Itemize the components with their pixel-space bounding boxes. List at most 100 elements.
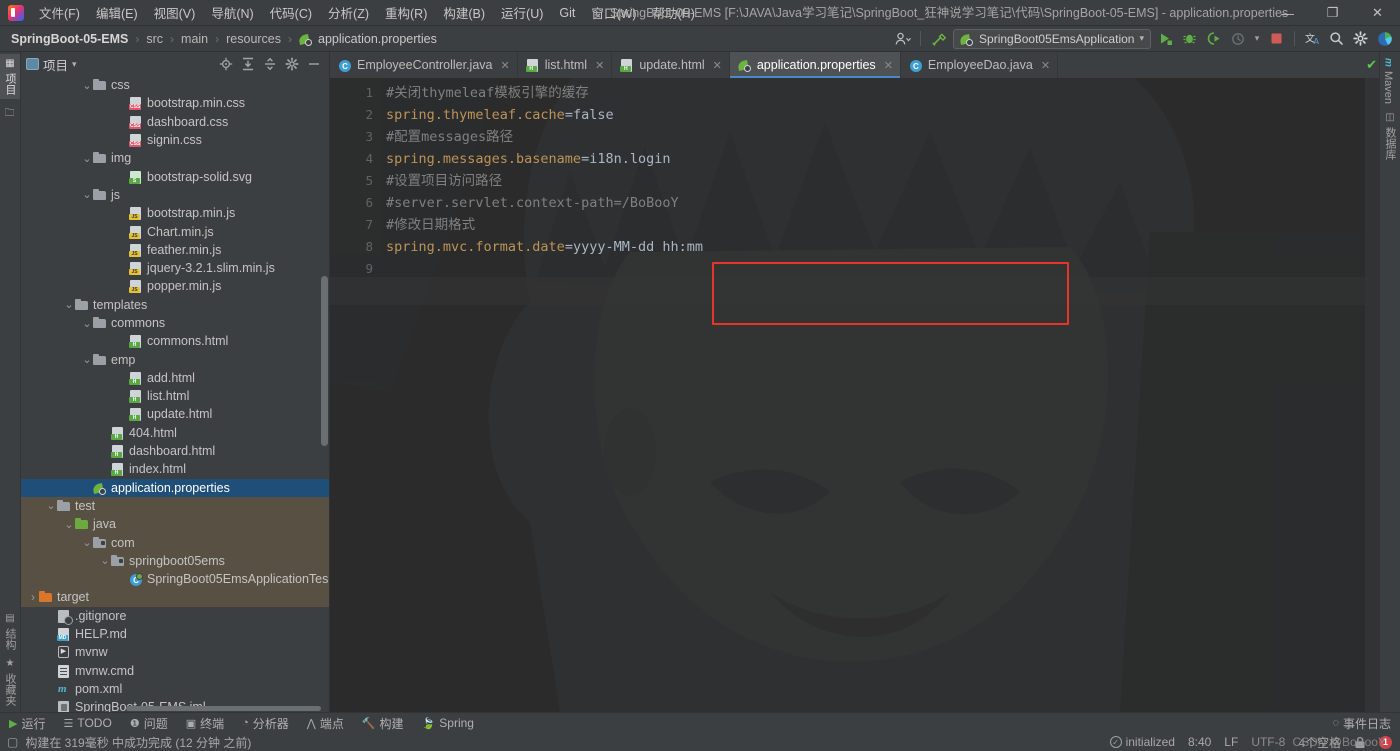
rail-project-button[interactable]: ▦ 项目 [0,54,20,99]
editor-gutter[interactable]: 1 2 3 4 5 6 7 8 9 [330,78,382,712]
menu-file[interactable]: 文件(F) [32,0,87,25]
editor-tab[interactable]: application.properties ✕ [729,52,901,78]
locate-file-icon[interactable] [218,57,233,72]
tree-file-row[interactable]: H 404.html [21,424,329,442]
tree-folder-row[interactable]: ⌄ java [21,515,329,534]
editor-tab[interactable]: C EmployeeDao.java ✕ [901,52,1059,78]
line-separator[interactable]: LF [1224,735,1238,749]
collapse-all-icon[interactable] [262,57,277,72]
breadcrumb-file[interactable]: application.properties [315,31,440,47]
tree-file-row[interactable]: Sbootstrap-solid.svg [21,167,329,185]
debug-icon[interactable] [1180,29,1199,48]
run-icon[interactable] [1156,29,1175,48]
editor-tab[interactable]: Hlist.html ✕ [518,52,613,78]
tree-file-row[interactable]: C SpringBoot05EmsApplicationTes [21,570,329,589]
expand-all-icon[interactable] [240,57,255,72]
hide-panel-icon[interactable] [306,57,321,72]
tree-file-row[interactable]: Hcommons.html [21,332,329,350]
tree-folder-row[interactable]: ⌄ com [21,533,329,552]
rail-structure-button[interactable]: ▤ 结构 [0,609,20,654]
tree-file-row[interactable]: Hupdate.html [21,405,329,423]
close-tab-icon[interactable]: ✕ [884,59,893,72]
toolwindow-button-spring[interactable]: 🍃 Spring [413,713,483,734]
menu-code[interactable]: 代码(C) [263,0,319,25]
code-line[interactable]: #修改日期格式 [382,214,1379,236]
tree-folder-row[interactable]: ⌄ commons [21,314,329,332]
menu-window[interactable]: 窗口(W) [584,0,643,25]
build-hammer-icon[interactable] [929,29,948,48]
close-tab-icon[interactable]: ✕ [1041,59,1050,72]
tree-file-row[interactable]: CSS bootstrap.min.css [21,94,329,112]
tree-folder-row[interactable]: ⌄ test [21,496,329,516]
menu-help[interactable]: 帮助(H) [646,0,702,25]
tree-file-row[interactable]: application.properties [21,478,329,497]
editor-marker-bar[interactable] [1365,78,1379,712]
tree-file-row[interactable]: mvnw.cmd [21,662,329,680]
maximize-button[interactable]: ❐ [1310,0,1355,26]
tree-file-row[interactable]: JS feather.min.js [21,241,329,259]
menu-git[interactable]: Git [552,3,582,23]
menu-run[interactable]: 运行(U) [494,0,550,25]
rail-database-button[interactable]: ◫ 数据库 [1380,108,1400,164]
tree-folder-row[interactable]: ⌄ emp [21,350,329,368]
rail-favorites-button[interactable]: ★ 收藏夹 [0,654,20,710]
chevron-down-icon[interactable]: ⌄ [63,298,75,311]
code-line[interactable]: spring.mvc.format.date=yyyy-MM-dd hh:mm [382,236,1379,258]
code-line[interactable]: #设置项目访问路径 [382,170,1379,192]
toolwindow-button-run[interactable]: ▶ 运行 [0,713,54,734]
run-with-coverage-icon[interactable] [1204,29,1223,48]
close-tab-icon[interactable]: ✕ [501,59,510,72]
file-encoding[interactable]: UTF-8 [1251,735,1285,749]
tree-file-row[interactable]: MD HELP.md [21,625,329,643]
project-panel-title[interactable]: 项目 ▾ [26,55,77,74]
run-configuration-selector[interactable]: SpringBoot05EmsApplication ▾ [953,28,1151,49]
search-icon[interactable] [1327,29,1346,48]
menu-build[interactable]: 构建(B) [436,0,492,25]
tree-file-row[interactable]: JS jquery-3.2.1.slim.min.js [21,259,329,277]
tree-file-row[interactable]: m pom.xml [21,680,329,698]
code-line[interactable] [382,258,1379,280]
inspection-ok-icon[interactable]: ✔ [1366,57,1377,73]
tree-file-row[interactable]: Hindex.html [21,460,329,478]
toolwindow-button-build[interactable]: 🔨 构建 [353,713,413,734]
toolwindow-button-profiler[interactable]: ◔ 分析器 [233,713,298,734]
toolwindow-button-event-log[interactable]: ◌ 事件日志 [1323,713,1400,734]
tree-file-row[interactable]: .gitignore [21,607,329,625]
ide-feature-trainer-icon[interactable] [1375,29,1394,48]
breadcrumb-project[interactable]: SpringBoot-05-EMS [8,31,131,47]
close-tab-icon[interactable]: ✕ [595,59,604,72]
menu-analyze[interactable]: 分析(Z) [321,0,376,25]
tree-folder-row[interactable]: ⌄ springboot05ems [21,551,329,571]
editor-code-area[interactable]: 1 2 3 4 5 6 7 8 9 #关闭thymeleaf模板引擎的缓存 spring.thym… [330,78,1379,712]
editor-text[interactable]: #关闭thymeleaf模板引擎的缓存 spring.thymeleaf.cach… [382,78,1379,712]
tree-folder-row[interactable]: › target [21,588,329,607]
toolwindow-button-endpoints[interactable]: ⋀ 端点 [298,713,353,734]
inspection-status[interactable]: ✓ initialized [1109,735,1175,749]
code-line[interactable]: #关闭thymeleaf模板引擎的缓存 [382,82,1379,104]
user-settings-icon[interactable] [893,29,912,48]
toolwindow-button-problems[interactable]: ❶ 问题 [121,713,177,734]
tree-folder-row[interactable]: ⌄ img [21,149,329,167]
tree-file-row[interactable]: CSS dashboard.css [21,113,329,131]
close-tab-icon[interactable]: ✕ [713,59,722,72]
settings-gear-icon[interactable] [1351,29,1370,48]
tree-file-row[interactable]: CSS signin.css [21,131,329,149]
chevron-down-icon[interactable]: ⌄ [45,499,57,512]
code-line[interactable]: spring.thymeleaf.cache=false [382,104,1379,126]
chevron-down-icon[interactable]: ⌄ [99,554,111,567]
breadcrumb-main[interactable]: main [178,31,211,47]
lock-icon[interactable] [1354,736,1366,749]
build-status-message[interactable]: 构建在 319毫秒 中成功完成 (12 分钟 之前) [25,734,251,751]
close-button[interactable]: ✕ [1355,0,1400,26]
tree-folder-row[interactable]: ⌄ js [21,186,329,204]
tree-folder-row[interactable]: ⌄ templates [21,296,329,314]
chevron-down-icon[interactable]: ⌄ [63,518,75,531]
chevron-down-icon[interactable]: ⌄ [81,353,93,366]
chevron-down-icon[interactable]: ⌄ [81,79,93,92]
tree-file-row[interactable]: Hdashboard.html [21,442,329,460]
breadcrumb-resources[interactable]: resources [223,31,284,47]
chevron-down-icon[interactable]: ⌄ [81,536,93,549]
project-tree-horizontal-scrollbar[interactable] [126,706,321,711]
rail-bookmarks-button[interactable]: 🗀 [0,99,21,126]
tree-file-row[interactable]: ▶ mvnw [21,643,329,661]
